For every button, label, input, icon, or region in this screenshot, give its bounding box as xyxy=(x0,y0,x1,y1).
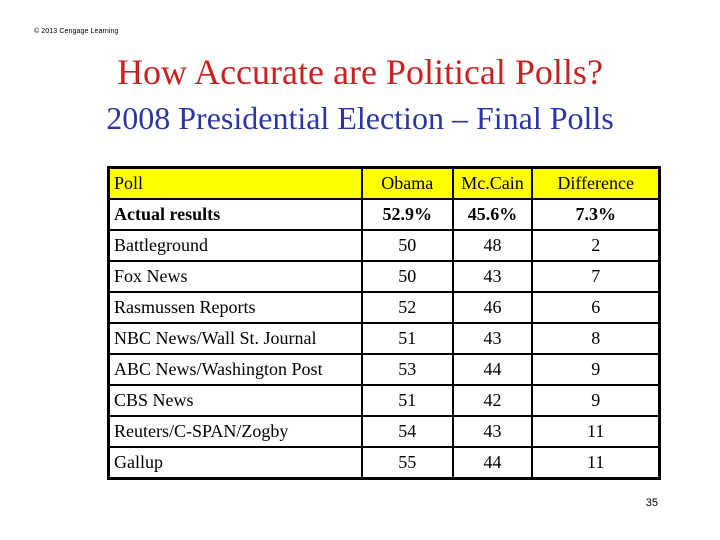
cell-mccain: 42 xyxy=(451,384,534,417)
slide-title: How Accurate are Political Polls? xyxy=(117,52,603,92)
cell-mccain: 43 xyxy=(451,322,534,355)
table-row: ABC News/Washington Post 53 44 9 xyxy=(107,353,661,386)
cell-mccain: 46 xyxy=(451,291,534,324)
table-row: Battleground 50 48 2 xyxy=(107,229,661,262)
cell-obama: 52.9% xyxy=(360,198,454,231)
cell-poll: Fox News xyxy=(107,260,363,293)
cell-obama: 52 xyxy=(360,291,454,324)
polls-table: Poll Obama Mc.Cain Difference Actual res… xyxy=(107,166,661,480)
table-row: CBS News 51 42 9 xyxy=(107,384,661,417)
cell-difference: 9 xyxy=(531,353,661,386)
cell-difference: 11 xyxy=(531,446,661,480)
cell-mccain: 44 xyxy=(451,353,534,386)
cell-poll: Gallup xyxy=(107,446,363,480)
table-header-row: Poll Obama Mc.Cain Difference xyxy=(107,166,661,200)
cell-difference: 7 xyxy=(531,260,661,293)
table-row: Fox News 50 43 7 xyxy=(107,260,661,293)
cell-obama: 54 xyxy=(360,415,454,448)
cell-difference: 11 xyxy=(531,415,661,448)
cell-difference: 7.3% xyxy=(531,198,661,231)
header-mccain: Mc.Cain xyxy=(451,166,534,200)
cell-obama: 50 xyxy=(360,229,454,262)
cell-difference: 2 xyxy=(531,229,661,262)
cell-mccain: 43 xyxy=(451,260,534,293)
page-number: 35 xyxy=(645,497,658,509)
cell-mccain: 43 xyxy=(451,415,534,448)
cell-poll: ABC News/Washington Post xyxy=(107,353,363,386)
cell-poll: Actual results xyxy=(107,198,363,231)
cell-mccain: 45.6% xyxy=(451,198,534,231)
slide-subtitle: 2008 Presidential Election – Final Polls xyxy=(106,100,614,136)
cell-poll: NBC News/Wall St. Journal xyxy=(107,322,363,355)
cell-difference: 9 xyxy=(531,384,661,417)
cell-obama: 51 xyxy=(360,322,454,355)
cell-mccain: 44 xyxy=(451,446,534,480)
cell-mccain: 48 xyxy=(451,229,534,262)
actual-results-row: Actual results 52.9% 45.6% 7.3% xyxy=(107,198,661,231)
table-row: Reuters/C-SPAN/Zogby 54 43 11 xyxy=(107,415,661,448)
copyright-notice: © 2013 Cengage Learning xyxy=(34,28,119,35)
cell-obama: 55 xyxy=(360,446,454,480)
header-difference: Difference xyxy=(531,166,661,200)
header-poll: Poll xyxy=(107,166,363,200)
cell-poll: Rasmussen Reports xyxy=(107,291,363,324)
table-row: Gallup 55 44 11 xyxy=(107,446,661,480)
table-row: NBC News/Wall St. Journal 51 43 8 xyxy=(107,322,661,355)
cell-obama: 51 xyxy=(360,384,454,417)
cell-obama: 53 xyxy=(360,353,454,386)
cell-difference: 8 xyxy=(531,322,661,355)
header-obama: Obama xyxy=(360,166,454,200)
cell-poll: CBS News xyxy=(107,384,363,417)
cell-obama: 50 xyxy=(360,260,454,293)
cell-difference: 6 xyxy=(531,291,661,324)
cell-poll: Reuters/C-SPAN/Zogby xyxy=(107,415,363,448)
cell-poll: Battleground xyxy=(107,229,363,262)
table-row: Rasmussen Reports 52 46 6 xyxy=(107,291,661,324)
